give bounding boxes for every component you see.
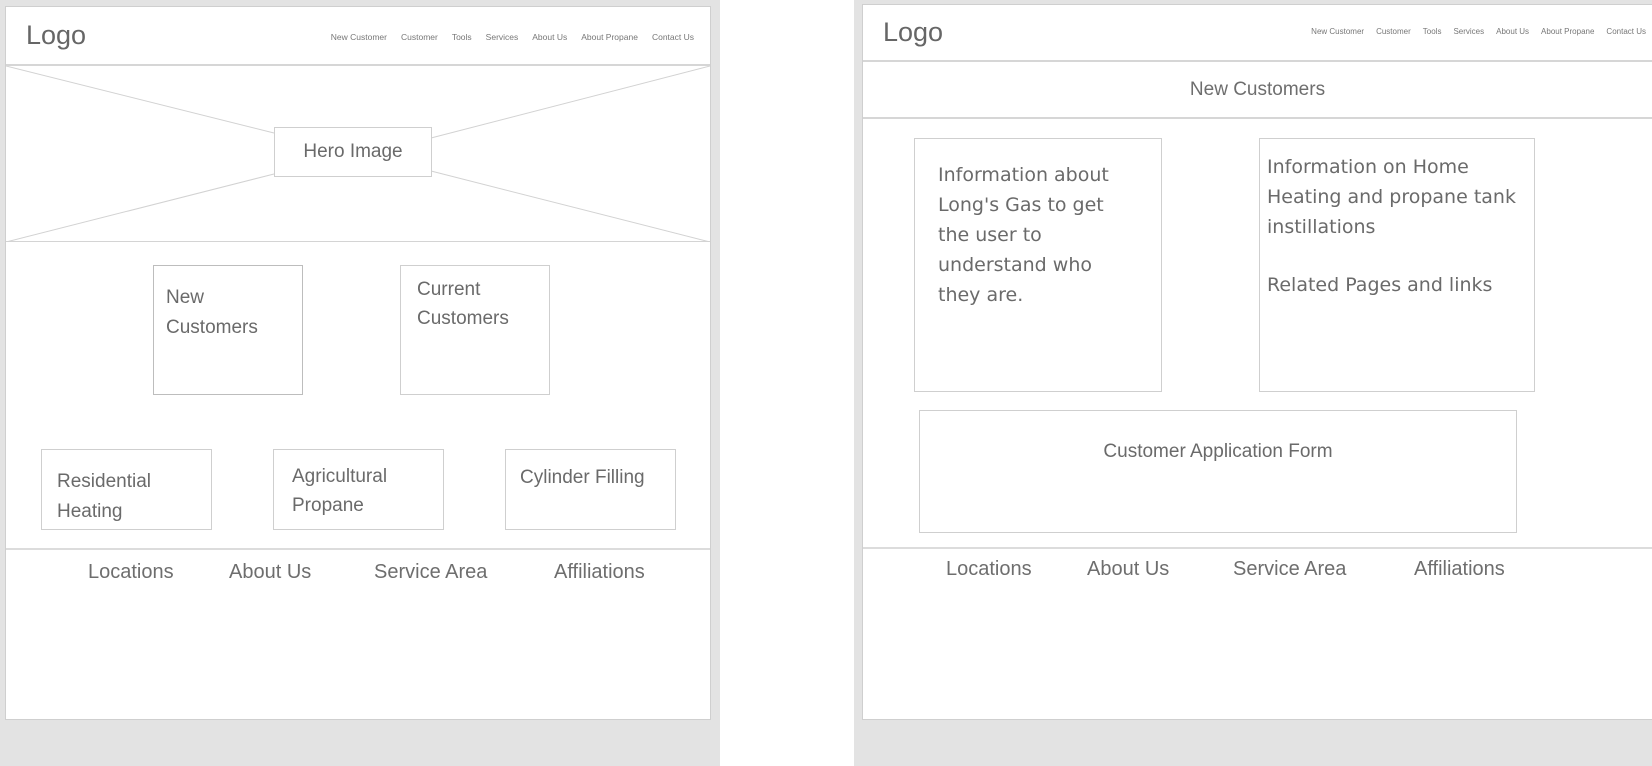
footer-service-area[interactable]: Service Area (374, 561, 487, 584)
company-info-line: Information about (938, 164, 1109, 186)
main-nav: New Customer Customer Tools Services Abo… (1311, 27, 1646, 36)
current-customers-card[interactable]: Current Customers (400, 265, 550, 395)
related-pages-links[interactable]: Related Pages and links (1267, 270, 1534, 300)
nav-services[interactable]: Services (486, 32, 519, 42)
cylinder-filling-line1: Cylinder Filling (520, 467, 645, 488)
hero-image-placeholder: Hero Image (6, 66, 710, 242)
cylinder-filling-card[interactable]: Cylinder Filling (505, 449, 676, 530)
nav-contact-us[interactable]: Contact Us (1606, 27, 1646, 36)
hero-label-box: Hero Image (274, 127, 432, 177)
residential-heating-card[interactable]: Residential Heating (41, 449, 212, 530)
nav-about-propane[interactable]: About Propane (1541, 27, 1594, 36)
agricultural-propane-card[interactable]: Agricultural Propane (273, 449, 444, 530)
home-heating-info-line: Heating and propane tank (1267, 186, 1516, 208)
footer-affiliations[interactable]: Affiliations (1414, 558, 1505, 581)
home-heating-info-box: Information on Home Heating and propane … (1259, 138, 1535, 392)
residential-heating-line1: Residential (57, 471, 151, 492)
nav-new-customer[interactable]: New Customer (1311, 27, 1364, 36)
company-info-line: understand who (938, 254, 1092, 276)
site-footer: Locations About Us Service Area Affiliat… (863, 558, 1652, 588)
logo[interactable]: Logo (883, 17, 943, 48)
main-nav: New Customer Customer Tools Services Abo… (331, 32, 694, 42)
hero-label: Hero Image (303, 141, 403, 162)
footer-service-area[interactable]: Service Area (1233, 558, 1346, 581)
nav-customer[interactable]: Customer (1376, 27, 1411, 36)
nav-about-us[interactable]: About Us (1496, 27, 1529, 36)
site-header: Logo New Customer Customer Tools Service… (6, 7, 710, 66)
new-customers-line1: New (166, 287, 205, 308)
agricultural-propane-line2: Propane (292, 495, 364, 516)
nav-contact-us[interactable]: Contact Us (652, 32, 694, 42)
application-form-label: Customer Application Form (1103, 441, 1333, 462)
company-info-line: the user to (938, 224, 1042, 246)
home-wireframe: Logo New Customer Customer Tools Service… (5, 6, 711, 720)
agricultural-propane-line1: Agricultural (292, 466, 388, 487)
logo[interactable]: Logo (26, 20, 86, 51)
footer-affiliations[interactable]: Affiliations (554, 561, 645, 584)
page-title-band: New Customers (863, 62, 1652, 119)
site-header: Logo New Customer Customer Tools Service… (863, 5, 1652, 62)
residential-heating-line2: Heating (57, 501, 123, 522)
nav-new-customer[interactable]: New Customer (331, 32, 387, 42)
footer-about-us[interactable]: About Us (1087, 558, 1169, 581)
nav-about-propane[interactable]: About Propane (581, 32, 638, 42)
page-title: New Customers (1189, 79, 1326, 100)
footer-locations[interactable]: Locations (88, 561, 174, 584)
footer-about-us[interactable]: About Us (229, 561, 311, 584)
nav-services[interactable]: Services (1453, 27, 1484, 36)
new-customers-wireframe: Logo New Customer Customer Tools Service… (862, 4, 1652, 720)
new-customers-line2: Customers (166, 317, 258, 338)
home-heating-info-line: Information on Home (1267, 156, 1469, 178)
nav-customer[interactable]: Customer (401, 32, 438, 42)
company-info-box: Information about Long's Gas to get the … (914, 138, 1162, 392)
nav-about-us[interactable]: About Us (532, 32, 567, 42)
site-footer: Locations About Us Service Area Affiliat… (6, 561, 710, 591)
current-customers-line2: Customers (417, 308, 509, 329)
company-info-line: they are. (938, 284, 1024, 306)
current-customers-line1: Current (417, 279, 481, 300)
footer-locations[interactable]: Locations (946, 558, 1032, 581)
company-info-line: Long's Gas to get (938, 194, 1104, 216)
footer-divider (863, 547, 1652, 549)
nav-tools[interactable]: Tools (452, 32, 472, 42)
home-heating-info-line: instillations (1267, 216, 1376, 238)
nav-tools[interactable]: Tools (1423, 27, 1442, 36)
new-customers-card[interactable]: New Customers (153, 265, 303, 395)
footer-divider (6, 548, 710, 550)
customer-application-form[interactable]: Customer Application Form (919, 410, 1517, 533)
